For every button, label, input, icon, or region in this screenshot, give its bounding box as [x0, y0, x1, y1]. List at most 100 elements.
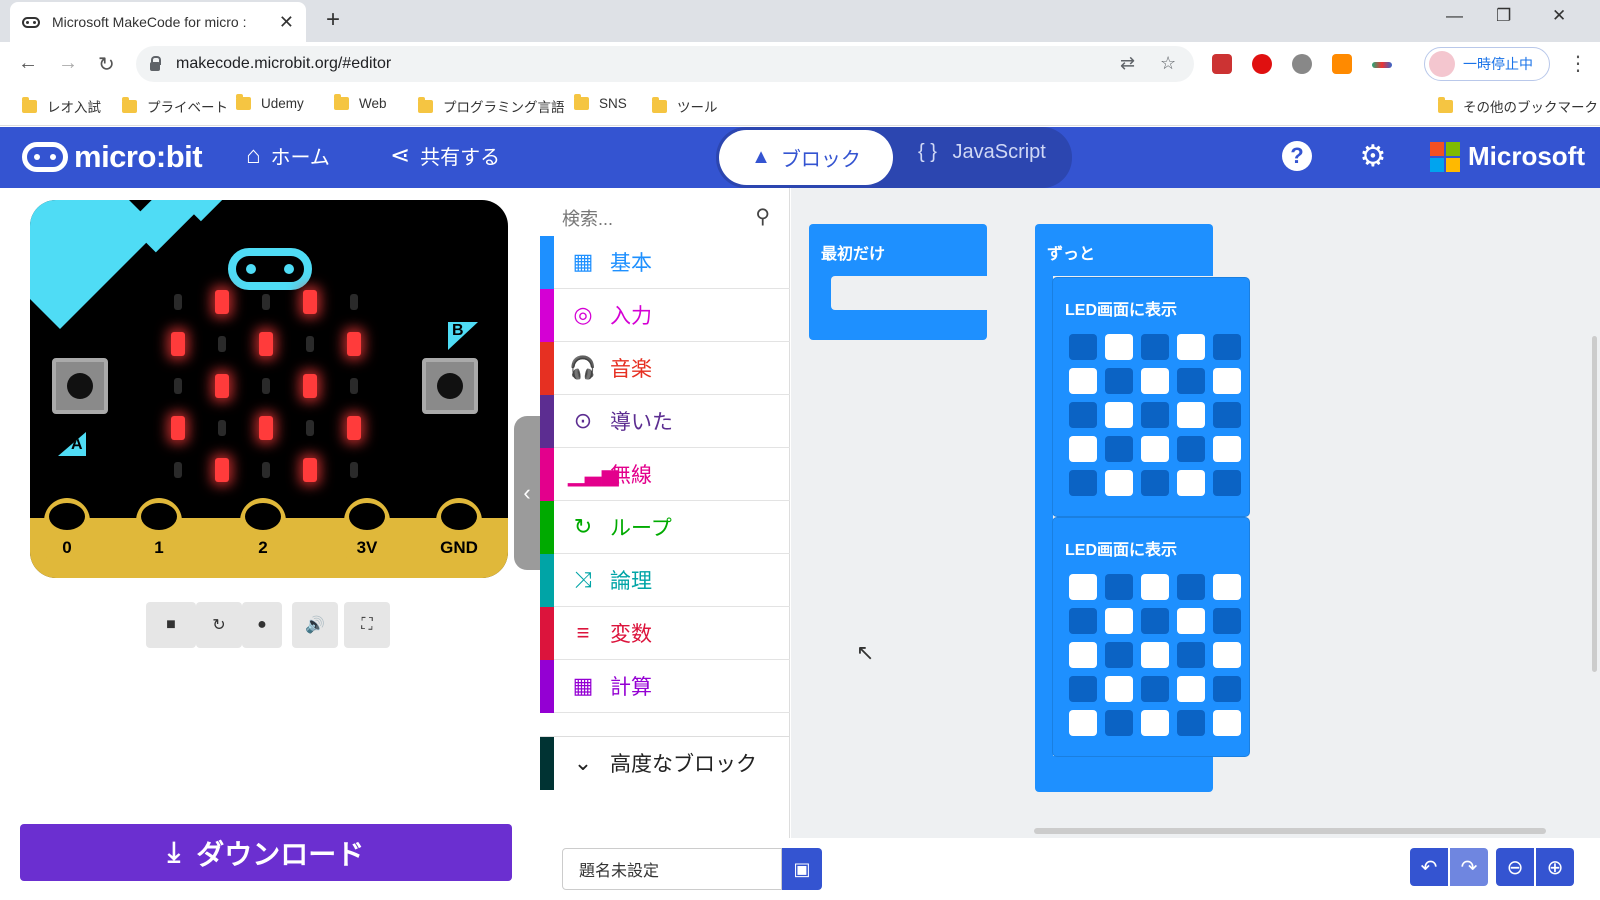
led-cell[interactable] — [1213, 710, 1241, 736]
led-cell[interactable] — [1213, 436, 1241, 462]
save-icon[interactable]: ▣ — [782, 848, 822, 890]
advanced-blocks[interactable]: ⌄ 高度なブロック — [540, 736, 790, 790]
led-cell[interactable] — [1177, 436, 1205, 462]
led-cell[interactable] — [1105, 642, 1133, 668]
pin-3v[interactable]: 3V — [344, 498, 390, 558]
led-cell[interactable] — [1141, 608, 1169, 634]
extension-chart-icon[interactable] — [1332, 54, 1352, 74]
led-cell[interactable] — [1177, 368, 1205, 394]
led-cell[interactable] — [1141, 436, 1169, 462]
led-cell[interactable] — [1105, 608, 1133, 634]
led-cell[interactable] — [1105, 676, 1133, 702]
led-cell[interactable] — [1213, 676, 1241, 702]
led-cell[interactable] — [1213, 402, 1241, 428]
microsoft-logo[interactable]: Microsoft — [1430, 141, 1585, 172]
led-cell[interactable] — [1069, 642, 1097, 668]
led-cell[interactable] — [1069, 368, 1097, 394]
led-cell[interactable] — [1105, 402, 1133, 428]
toolbox-category[interactable]: ▦ 基本 — [540, 235, 790, 289]
toolbox-category[interactable]: ▦ 計算 — [540, 659, 790, 713]
toolbox-category[interactable]: ⤨ 論理 — [540, 553, 790, 607]
led-cell[interactable] — [1177, 676, 1205, 702]
extension-rainbow-icon[interactable] — [1372, 62, 1392, 68]
back-icon[interactable]: ← — [18, 52, 38, 75]
led-cell[interactable] — [1141, 334, 1169, 360]
led-cell[interactable] — [1213, 368, 1241, 394]
sound-icon[interactable]: 🔊 — [292, 602, 338, 648]
search-icon[interactable]: ⚲ — [755, 204, 770, 229]
search-input[interactable]: 検索... ⚲ — [562, 198, 782, 238]
on-start-block[interactable]: 最初だけ — [809, 224, 987, 340]
led-cell[interactable] — [1213, 334, 1241, 360]
led-cell[interactable] — [1177, 642, 1205, 668]
blocks-workspace[interactable]: 最初だけ ずっと LED画面に表示 LED画面に表示 — [791, 188, 1600, 838]
toolbox-category[interactable]: ▁▃▅ 無線 — [540, 447, 790, 501]
horizontal-scrollbar[interactable] — [1034, 828, 1546, 834]
led-cell[interactable] — [1069, 402, 1097, 428]
led-cell[interactable] — [1213, 608, 1241, 634]
led-cell[interactable] — [1177, 710, 1205, 736]
redo-icon[interactable]: ↷ — [1450, 848, 1488, 886]
restart-icon[interactable]: ↻ — [196, 602, 242, 648]
led-cell[interactable] — [1141, 470, 1169, 496]
slowmo-icon[interactable]: ● — [242, 602, 282, 648]
fullscreen-icon[interactable]: ⛶ — [344, 602, 390, 648]
url-field[interactable]: makecode.microbit.org/#editor ⇄ ☆ — [136, 46, 1194, 82]
toolbox-category[interactable]: ◎ 入力 — [540, 288, 790, 342]
led-editor-grid[interactable] — [1069, 334, 1241, 496]
led-cell[interactable] — [1105, 334, 1133, 360]
download-button[interactable]: ⤓ ダウンロード — [20, 824, 512, 881]
bookmark-item[interactable]: プライベート — [122, 96, 228, 116]
pin-1[interactable]: 1 — [136, 498, 182, 558]
home-button[interactable]: ⌂ ホーム — [246, 141, 330, 170]
toolbox-category[interactable]: 🎧 音楽 — [540, 341, 790, 395]
bookmark-item[interactable]: ツール — [652, 96, 718, 116]
restore-icon[interactable]: ❐ — [1496, 6, 1511, 26]
led-cell[interactable] — [1105, 368, 1133, 394]
reload-icon[interactable]: ↻ — [98, 52, 115, 77]
more-menu-icon[interactable]: ⋮ — [1568, 51, 1588, 76]
extension-skype-icon[interactable] — [1292, 54, 1312, 74]
led-cell[interactable] — [1069, 676, 1097, 702]
gear-icon[interactable]: ⚙ — [1358, 140, 1388, 173]
close-tab-icon[interactable]: ✕ — [279, 12, 294, 33]
pin-gnd[interactable]: GND — [436, 498, 482, 558]
toolbox-category[interactable]: ≡ 変数 — [540, 606, 790, 660]
led-cell[interactable] — [1141, 574, 1169, 600]
bookmark-item[interactable]: SNS — [574, 94, 627, 111]
led-cell[interactable] — [1213, 574, 1241, 600]
bookmark-item[interactable]: Web — [334, 94, 387, 111]
stop-icon[interactable]: ■ — [146, 602, 196, 648]
help-icon[interactable]: ? — [1282, 141, 1312, 171]
toolbox-category[interactable]: ↻ ループ — [540, 500, 790, 554]
profile-button[interactable]: 一時停止中 — [1424, 47, 1550, 81]
other-bookmarks[interactable]: その他のブックマーク — [1438, 96, 1598, 116]
bookmark-item[interactable]: レオ入試 — [22, 96, 101, 116]
collapse-simulator-icon[interactable]: ‹ — [514, 416, 540, 570]
tab-blocks[interactable]: ▲ ブロック — [719, 130, 893, 185]
led-cell[interactable] — [1177, 470, 1205, 496]
led-cell[interactable] — [1141, 710, 1169, 736]
led-cell[interactable] — [1069, 710, 1097, 736]
tab-javascript[interactable]: { } JavaScript — [918, 141, 1046, 164]
led-cell[interactable] — [1141, 402, 1169, 428]
led-cell[interactable] — [1069, 470, 1097, 496]
led-cell[interactable] — [1069, 574, 1097, 600]
bookmark-star-icon[interactable]: ☆ — [1160, 53, 1176, 74]
pin-0[interactable]: 0 — [44, 498, 90, 558]
show-leds-block[interactable]: LED画面に表示 — [1053, 518, 1249, 756]
extension-qr-icon[interactable] — [1212, 54, 1232, 74]
touch-logo-icon[interactable] — [228, 248, 312, 290]
led-cell[interactable] — [1177, 574, 1205, 600]
translate-icon[interactable]: ⇄ — [1120, 53, 1135, 74]
new-tab-icon[interactable]: + — [326, 6, 340, 34]
led-cell[interactable] — [1213, 470, 1241, 496]
led-cell[interactable] — [1177, 608, 1205, 634]
led-editor-grid[interactable] — [1069, 574, 1241, 736]
led-cell[interactable] — [1213, 642, 1241, 668]
led-cell[interactable] — [1141, 642, 1169, 668]
vertical-scrollbar[interactable] — [1592, 336, 1597, 672]
led-cell[interactable] — [1069, 436, 1097, 462]
led-cell[interactable] — [1105, 710, 1133, 736]
undo-icon[interactable]: ↶ — [1410, 848, 1448, 886]
